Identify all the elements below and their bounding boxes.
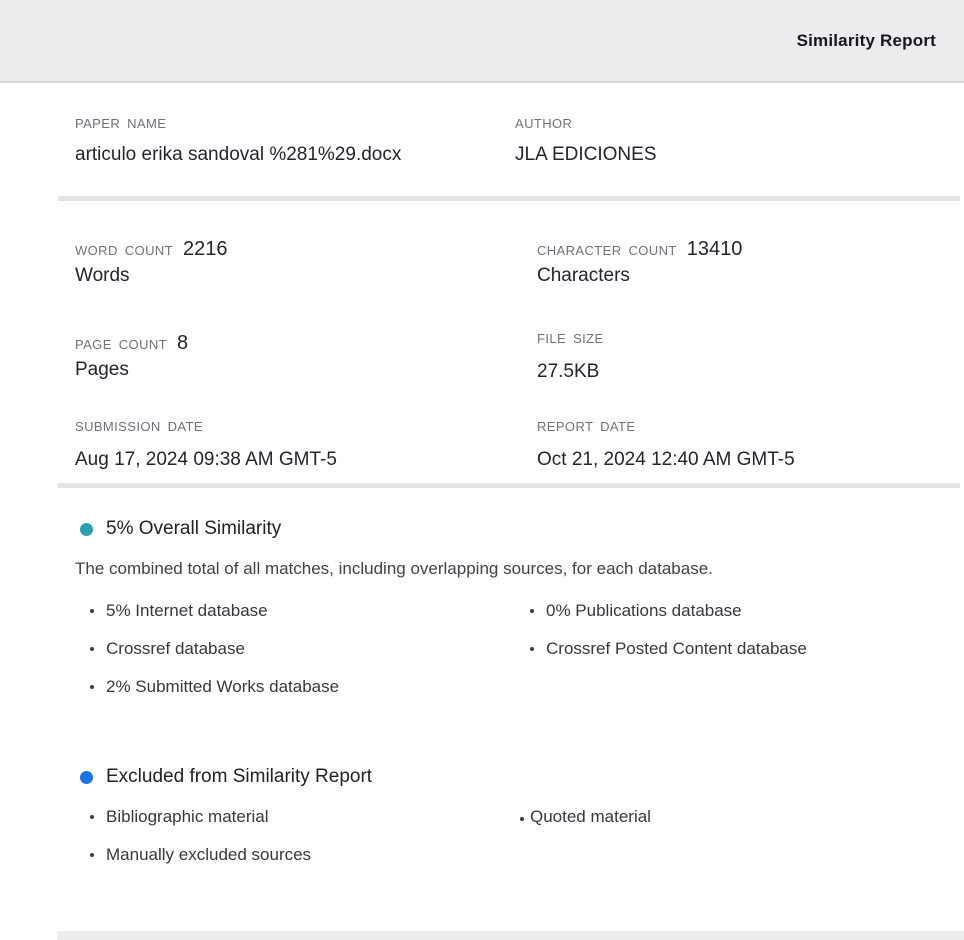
database-item-label: Crossref Posted Content database xyxy=(546,638,807,660)
excluded-list-right: Quoted material xyxy=(515,806,936,882)
list-item: 2% Submitted Works database xyxy=(75,676,515,698)
counts-row: WORD COUNT 2216 Words CHARACTER COUNT 13… xyxy=(75,237,936,287)
overall-similarity-heading-row: 5% Overall Similarity xyxy=(75,516,936,542)
page-count-block: PAGE COUNT 8 Pages xyxy=(75,331,537,383)
similarity-description: The combined total of all matches, inclu… xyxy=(75,558,936,580)
bullet-icon xyxy=(90,815,94,819)
bullet-icon xyxy=(90,853,94,857)
database-item-label: 0% Publications database xyxy=(546,600,742,622)
excluded-section: Excluded from Similarity Report Bibliogr… xyxy=(75,764,936,882)
character-count-value: 13410 xyxy=(687,237,743,261)
excluded-heading-row: Excluded from Similarity Report xyxy=(75,764,936,790)
page-title: Similarity Report xyxy=(797,31,936,51)
bullet-icon xyxy=(90,685,94,689)
bullet-icon xyxy=(520,817,524,821)
submission-date-value: Aug 17, 2024 09:38 AM GMT-5 xyxy=(75,449,537,471)
word-count-block: WORD COUNT 2216 Words xyxy=(75,237,537,287)
divider xyxy=(58,196,960,201)
paper-name-label: PAPER NAME xyxy=(75,116,515,132)
header-bar: Similarity Report xyxy=(0,0,964,83)
page-count-value: 8 xyxy=(177,331,188,355)
paper-info-row: PAPER NAME articulo erika sandoval %281%… xyxy=(75,116,936,166)
character-count-unit: Characters xyxy=(537,265,936,287)
word-count-value: 2216 xyxy=(183,237,228,261)
list-item: 0% Publications database xyxy=(515,600,936,622)
database-item-label: 2% Submitted Works database xyxy=(106,676,339,698)
author-block: AUTHOR JLA EDICIONES xyxy=(515,116,936,166)
excluded-heading: Excluded from Similarity Report xyxy=(106,764,372,790)
divider xyxy=(58,483,960,488)
dates-row: SUBMISSION DATE Aug 17, 2024 09:38 AM GM… xyxy=(75,419,936,471)
excluded-item-label: Quoted material xyxy=(530,806,651,828)
report-date-label: REPORT DATE xyxy=(537,419,936,435)
paper-name-value: articulo erika sandoval %281%29.docx xyxy=(75,144,515,166)
horizontal-scrollbar-track[interactable] xyxy=(57,931,964,940)
report-content: PAPER NAME articulo erika sandoval %281%… xyxy=(0,83,964,882)
excluded-dot-icon xyxy=(80,771,93,784)
report-date-block: REPORT DATE Oct 21, 2024 12:40 AM GMT-5 xyxy=(537,419,936,471)
overall-similarity-heading: 5% Overall Similarity xyxy=(106,516,281,542)
excluded-item-label: Bibliographic material xyxy=(106,806,269,828)
database-item-label: Crossref database xyxy=(106,638,245,660)
excluded-list-left: Bibliographic material Manually excluded… xyxy=(75,806,515,882)
bullet-icon xyxy=(90,609,94,613)
list-item: 5% Internet database xyxy=(75,600,515,622)
overall-similarity-section: 5% Overall Similarity The combined total… xyxy=(75,516,936,714)
database-item-label: 5% Internet database xyxy=(106,600,268,622)
report-date-value: Oct 21, 2024 12:40 AM GMT-5 xyxy=(537,449,936,471)
bullet-icon xyxy=(530,609,534,613)
list-item: Manually excluded sources xyxy=(75,844,515,866)
file-size-value: 27.5KB xyxy=(537,361,936,383)
list-item: Crossref database xyxy=(75,638,515,660)
word-count-unit: Words xyxy=(75,265,537,287)
database-lists: 5% Internet database Crossref database 2… xyxy=(75,600,936,714)
file-size-block: FILE SIZE 27.5KB xyxy=(537,331,936,383)
list-item: Quoted material xyxy=(515,806,936,828)
page-count-unit: Pages xyxy=(75,359,537,381)
submission-date-label: SUBMISSION DATE xyxy=(75,419,537,435)
character-count-block: CHARACTER COUNT 13410 Characters xyxy=(537,237,936,287)
submission-date-block: SUBMISSION DATE Aug 17, 2024 09:38 AM GM… xyxy=(75,419,537,471)
bullet-icon xyxy=(90,647,94,651)
list-item: Bibliographic material xyxy=(75,806,515,828)
page-filesize-row: PAGE COUNT 8 Pages FILE SIZE 27.5KB xyxy=(75,331,936,383)
bullet-icon xyxy=(530,647,534,651)
author-label: AUTHOR xyxy=(515,116,936,132)
database-list-left: 5% Internet database Crossref database 2… xyxy=(75,600,515,714)
excluded-item-label: Manually excluded sources xyxy=(106,844,311,866)
page-count-label: PAGE COUNT xyxy=(75,337,167,353)
paper-name-block: PAPER NAME articulo erika sandoval %281%… xyxy=(75,116,515,166)
word-count-label: WORD COUNT xyxy=(75,243,173,259)
excluded-lists: Bibliographic material Manually excluded… xyxy=(75,806,936,882)
author-value: JLA EDICIONES xyxy=(515,144,936,166)
database-list-right: 0% Publications database Crossref Posted… xyxy=(515,600,936,714)
character-count-label: CHARACTER COUNT xyxy=(537,243,677,259)
file-size-label: FILE SIZE xyxy=(537,331,604,347)
similarity-dot-icon xyxy=(80,523,93,536)
list-item: Crossref Posted Content database xyxy=(515,638,936,660)
